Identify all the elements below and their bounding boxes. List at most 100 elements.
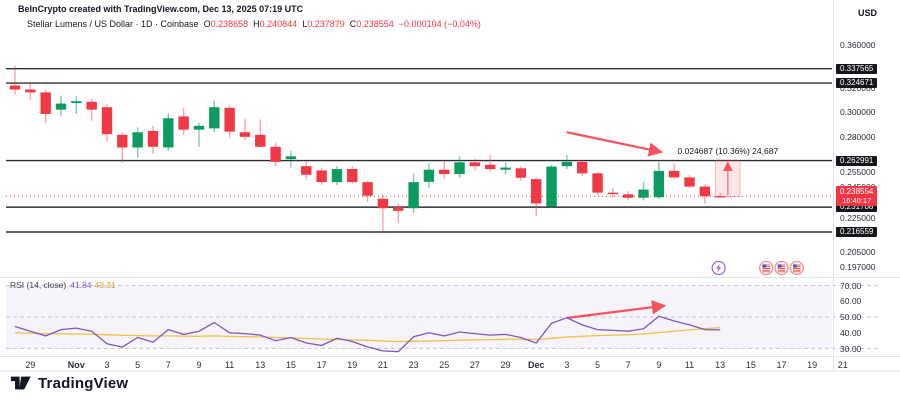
candle (577, 160, 588, 177)
ohlc-pair: H0.240844 (253, 19, 297, 29)
candle-body (86, 101, 97, 110)
ohlc-pair: L0.237879 (302, 19, 345, 29)
candle-body (193, 125, 205, 130)
candle-body (209, 107, 220, 129)
candle (239, 118, 251, 141)
candle (316, 167, 327, 186)
candle-body (316, 170, 327, 183)
ohlc-number: 0.238658 (210, 19, 249, 29)
candle (454, 156, 465, 178)
price-range-tool[interactable] (715, 159, 741, 197)
candle (531, 177, 542, 217)
flag-stripe (781, 266, 786, 268)
flag-stripe (793, 268, 801, 269)
candle (163, 113, 174, 151)
flag-stripe (777, 269, 786, 271)
candle-body (71, 101, 82, 104)
flag-stripe (762, 268, 770, 269)
flag-union (793, 264, 797, 268)
candle (362, 180, 373, 202)
candle-body (163, 118, 174, 148)
candle-body (515, 168, 527, 178)
chart-canvas[interactable] (0, 0, 900, 400)
symbol-line[interactable]: Stellar Lumens / US Dollar · 1D · Coinba… (27, 19, 481, 29)
ohlc-pair: O0.238658 (204, 19, 249, 29)
candle (623, 191, 634, 201)
flag-stripe (766, 264, 770, 266)
candle-body (117, 134, 128, 148)
lightning-event-icon[interactable] (711, 260, 726, 276)
candle-body (653, 170, 665, 198)
candle (485, 154, 496, 172)
candle (377, 194, 389, 232)
trend-arrow-price (566, 131, 664, 157)
flag-stripe (766, 266, 770, 268)
candle-body (331, 169, 343, 183)
candle-body (347, 169, 358, 183)
candle (546, 164, 557, 209)
candle (515, 166, 527, 181)
candle (607, 188, 619, 198)
rsi-title: RSI (14, close) (10, 280, 67, 290)
candle (408, 173, 419, 214)
candle-body (592, 173, 603, 193)
candle-body (147, 130, 159, 147)
economic-event-flag-icon[interactable] (789, 260, 804, 276)
candle-body (25, 89, 36, 93)
rsi-indicator-label[interactable]: RSI (14, close) 41.84 43.31 (10, 280, 116, 290)
candle-body (546, 166, 557, 207)
candle-body (423, 169, 435, 182)
candle (193, 122, 205, 147)
candle (423, 163, 435, 189)
candle-body (500, 167, 511, 170)
candle-body (224, 107, 235, 132)
candle (71, 96, 82, 114)
flag-stripe (796, 266, 801, 268)
candle (86, 98, 97, 121)
candle-body (485, 164, 496, 170)
candle-body (408, 182, 419, 209)
tradingview-logo[interactable]: TradingView (10, 373, 128, 393)
candle (331, 166, 343, 186)
candle (9, 66, 21, 95)
candle-body (377, 198, 389, 209)
economic-event-flag-icon[interactable] (774, 260, 789, 276)
candle-body (638, 189, 649, 198)
candle-body (178, 116, 189, 130)
candle-body (684, 177, 695, 187)
candle (699, 184, 711, 204)
ohlc-pair: C0.238554 (350, 19, 394, 29)
candle-body (132, 132, 143, 148)
candle (347, 166, 358, 184)
candle (55, 95, 67, 117)
price-axis-currency-label: USD (858, 8, 878, 18)
rsi-value: 41.84 (70, 280, 92, 290)
flag-stripe (762, 269, 770, 271)
candle (132, 127, 143, 158)
candle (592, 171, 603, 196)
symbol-title: Stellar Lumens / US Dollar · 1D · Coinba… (27, 19, 199, 29)
flag-stripe (777, 268, 786, 269)
candle-body (623, 194, 634, 198)
ohlc-number: 0.237879 (307, 19, 345, 29)
ohlc-values: O0.238658 H0.240844 L0.237879 C0.238554 −0.0… (199, 19, 481, 29)
candle-body (607, 192, 619, 195)
change-value: −0.000104 (−0.04%) (398, 19, 481, 29)
flag-stripe (762, 271, 770, 273)
economic-event-flag-icon[interactable] (759, 260, 774, 276)
candle-body (301, 166, 312, 175)
candle (209, 100, 220, 133)
candle (224, 104, 235, 138)
candle-body (577, 161, 588, 174)
flag-stripe (781, 264, 786, 266)
candle-body (40, 92, 51, 114)
candle (285, 150, 297, 168)
candle (255, 119, 266, 149)
candle (653, 161, 665, 199)
candle (101, 103, 113, 142)
candle-body (439, 169, 450, 175)
flag-stripe (777, 271, 786, 273)
tradingview-logo-icon (10, 376, 31, 390)
candle (270, 142, 281, 167)
flag-stripe (793, 269, 801, 271)
